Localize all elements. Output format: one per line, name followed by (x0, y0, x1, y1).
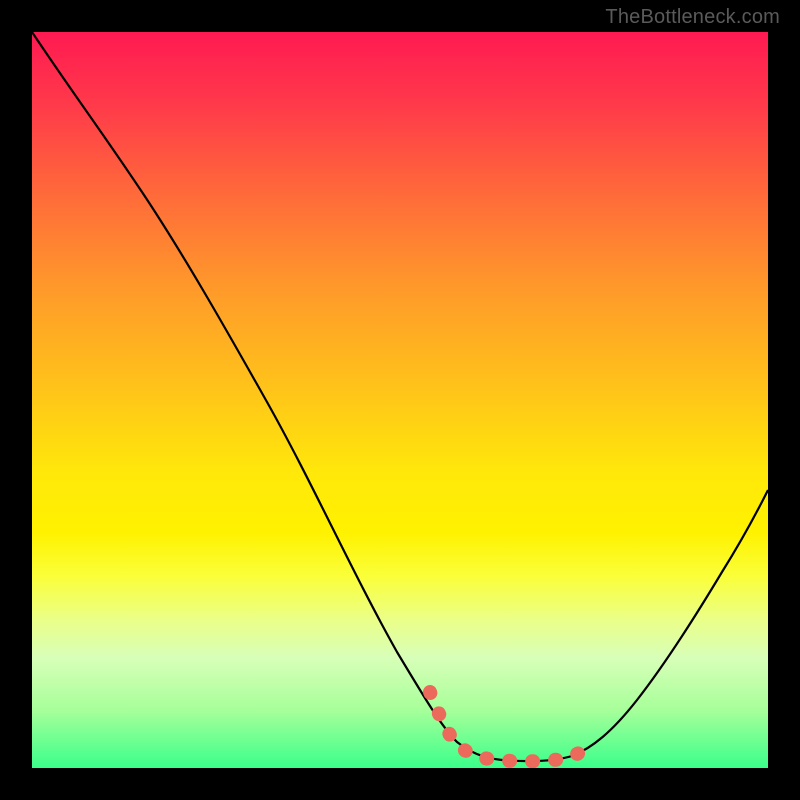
bottleneck-curve (32, 32, 768, 761)
chart-svg (32, 32, 768, 768)
watermark-text: TheBottleneck.com (605, 6, 780, 29)
highlight-segment (430, 692, 594, 761)
plot-area (32, 32, 768, 768)
outer-frame: TheBottleneck.com (0, 0, 800, 800)
